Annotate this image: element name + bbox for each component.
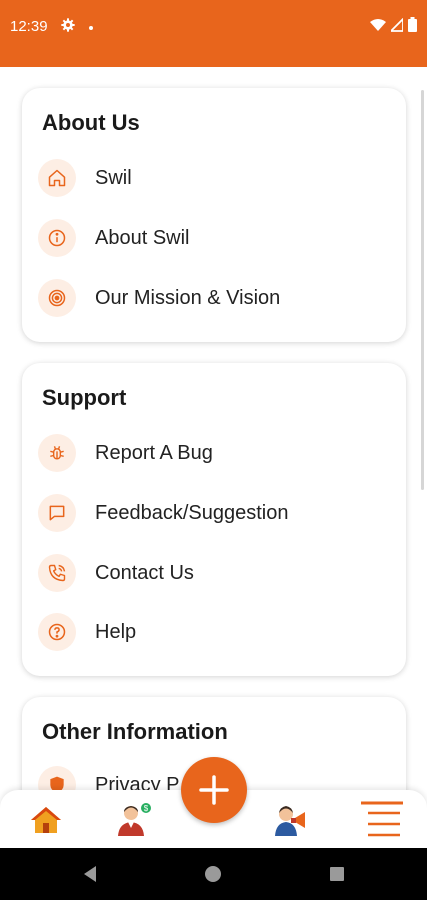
bug-icon bbox=[38, 434, 76, 472]
menu-item-label: Help bbox=[95, 620, 137, 643]
battery-icon bbox=[408, 17, 417, 32]
home-circle-icon bbox=[205, 866, 221, 882]
menu-item-contact-us[interactable]: Contact Us bbox=[38, 551, 388, 595]
add-icon bbox=[199, 775, 229, 805]
menu-item-feedback[interactable]: Feedback/Suggestion bbox=[38, 491, 388, 535]
system-navigation-bar bbox=[0, 848, 427, 900]
add-fab-button[interactable] bbox=[181, 757, 247, 823]
signal-icon bbox=[391, 17, 403, 32]
settings-icon bbox=[61, 18, 75, 32]
menu-item-label: Contact Us bbox=[95, 561, 194, 584]
about-us-title: About Us bbox=[42, 110, 140, 135]
menu-item-label: About Swil bbox=[95, 226, 190, 249]
menu-item-report-bug[interactable]: Report A Bug bbox=[38, 431, 388, 475]
announcement-icon bbox=[275, 806, 305, 836]
nav-user-dashboard-button[interactable]: $ bbox=[112, 798, 156, 842]
other-information-title: Other Information bbox=[42, 719, 228, 744]
phone-icon bbox=[38, 554, 76, 592]
recents-square-icon bbox=[330, 867, 344, 881]
status-indicators bbox=[370, 17, 417, 32]
menu-item-swil[interactable]: Swil bbox=[38, 156, 388, 200]
status-time: 12:39 bbox=[10, 18, 48, 35]
back-triangle-icon bbox=[84, 866, 96, 882]
system-recents-button[interactable] bbox=[327, 864, 347, 884]
hamburger-menu-icon bbox=[361, 801, 403, 837]
info-icon bbox=[38, 219, 76, 257]
system-home-button[interactable] bbox=[203, 864, 223, 884]
menu-item-mission-vision[interactable]: Our Mission & Vision bbox=[38, 276, 388, 320]
support-card: Support Report A Bug Feedback/Suggestion bbox=[22, 363, 406, 676]
chat-icon bbox=[38, 494, 76, 532]
nav-announcement-button[interactable] bbox=[268, 798, 312, 842]
menu-item-help[interactable]: Help bbox=[38, 610, 388, 654]
svg-text:$: $ bbox=[144, 804, 149, 813]
notification-dot-icon bbox=[89, 26, 93, 30]
status-bar: 12:39 bbox=[0, 0, 427, 67]
menu-item-label: Report A Bug bbox=[95, 441, 213, 464]
nav-home-button[interactable] bbox=[24, 798, 68, 842]
about-us-card: About Us Swil About Swil Our Mission & V… bbox=[22, 88, 406, 342]
target-icon bbox=[38, 279, 76, 317]
help-icon bbox=[38, 613, 76, 651]
support-title: Support bbox=[42, 385, 127, 410]
home-icon bbox=[31, 807, 61, 833]
user-dashboard-icon: $ bbox=[118, 803, 151, 836]
scrollbar[interactable] bbox=[421, 90, 424, 490]
menu-item-about-swil[interactable]: About Swil bbox=[38, 216, 388, 260]
nav-menu-button[interactable] bbox=[360, 798, 404, 842]
home-icon bbox=[38, 159, 76, 197]
wifi-icon bbox=[370, 18, 386, 31]
system-back-button[interactable] bbox=[80, 864, 100, 884]
menu-item-label: Feedback/Suggestion bbox=[95, 501, 289, 524]
menu-item-label: Our Mission & Vision bbox=[95, 286, 281, 309]
menu-item-label: Swil bbox=[95, 166, 132, 189]
